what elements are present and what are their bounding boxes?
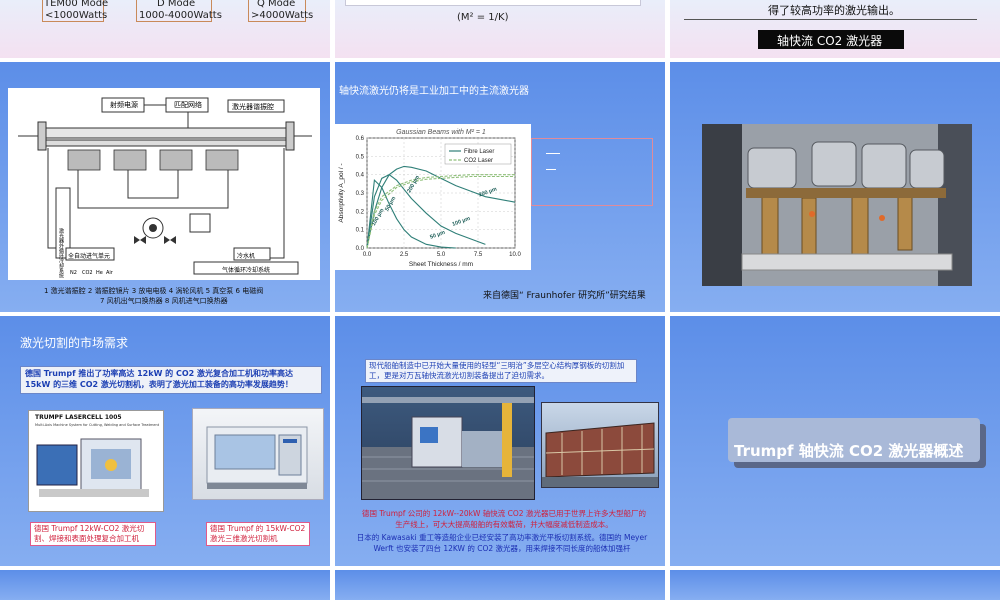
label-gas-he: He (96, 270, 103, 276)
formula-frame (345, 0, 641, 6)
chart-legend-entry: CO2 Laser (464, 158, 493, 164)
chart-x-axis-label: Sheet Thickness / mm (409, 261, 473, 268)
label-gas-n2: N2 (70, 270, 77, 276)
thumbnail-frame (531, 138, 653, 206)
absorptivity-chart: 0.0 2.5 5.0 7.5 10.0 0.0 0.1 0.2 0.3 0.4 0.5 0.6 200… (338, 129, 521, 268)
chart-slide-heading: 轴快流激光仍将是工业加工中的主流激光器 (339, 86, 529, 97)
chart-y-tick-label: 0.2 (356, 209, 365, 215)
laser-cutter-image (192, 408, 324, 500)
brochure-title: TRUMPF LASERCELL 1005 (35, 414, 122, 421)
chart-panel: 0.0 2.5 5.0 7.5 10.0 0.0 0.1 0.2 0.3 0.4 0.5 0.6 200… (335, 124, 531, 270)
slide-trumpf-title[interactable]: Trumpf 轴快流 CO2 激光器概述 (670, 316, 1000, 566)
brochure-subtitle: Multi-Axis Machine System for Cutting, W… (35, 423, 160, 427)
mode-name-d: D Mode (157, 0, 196, 9)
chart-y-tick-label: 0.5 (356, 154, 365, 160)
label-chiller: 冷水机 (237, 253, 256, 260)
diagram-legend-2: 7 风机出气口换热器 8 风机进气口换热器 (100, 297, 228, 305)
caption-rule (684, 19, 977, 20)
slide-absorptivity-chart[interactable]: 轴快流激光仍将是工业加工中的主流激光器 0.0 2.5 5.0 7.5 10.0 0.0 0… (335, 62, 665, 312)
chart-y-axis-label: Absorptivity A_pol / - (338, 163, 345, 222)
ship-hull-photo (541, 402, 659, 488)
mode-range-tem00: <1000Watts (45, 10, 108, 21)
shipyard-photo (361, 386, 535, 500)
chart-annotation-label: 200 µm (406, 175, 421, 194)
label-gas-cooling: 气体循环冷却系统 (222, 267, 271, 274)
machine-illustration (702, 124, 972, 286)
caption-left-box: 德国 Trumpf 12kW-CO2 激光切割、焊接和表面处理复合加工机 (30, 522, 156, 546)
slide-modes[interactable]: TEM00 Mode <1000Watts D Mode 1000-4000Wa… (0, 0, 330, 58)
label-head: 激光器谐振腔 (232, 103, 274, 111)
slide-next-3[interactable] (670, 570, 1000, 600)
slide-axial-title[interactable]: 得了较高功率的激光输出。 轴快流 CO2 激光器 (670, 0, 1000, 58)
label-gas-co2: CO2 (82, 270, 93, 276)
mode-range-q: >4000Watts (251, 10, 314, 21)
chart-annotation-label: 100 µm (451, 216, 471, 228)
chart-annotation-label: 50 µm (429, 230, 446, 241)
chart-x-tick-label: 7.5 (474, 252, 483, 258)
trumpf-title-text: Trumpf 轴快流 CO2 激光器概述 (734, 442, 964, 460)
chart-x-tick-label: 2.5 (400, 252, 409, 258)
ship-red-text: 德国 Trumpf 公司的 12kW--20kW 轴快流 CO2 激光器已用于世… (362, 509, 646, 529)
chart-title: Gaussian Beams with M² = 1 (396, 129, 486, 136)
chart-x-tick-label: 0.0 (363, 252, 372, 258)
mode-name-q: Q Mode (257, 0, 296, 9)
title-box-text: 轴快流 CO2 激光器 (777, 34, 883, 48)
caption-right-text: 德国 Trumpf 的 15kW-CO2 激光三维激光切割机 (210, 524, 306, 543)
thumbnail-mark-1 (546, 153, 560, 154)
ship-intro-text: 现代船舶制造中已开始大量使用的轻型“三明治”多层空心结构厚钢板的切割加工，更是对… (369, 361, 625, 380)
mode-name-tem00: TEM00 Mode (44, 0, 109, 9)
label-match: 匹配网络 (174, 101, 202, 109)
chart-y-tick-label: 0.1 (356, 228, 365, 234)
diagram-legend-1: 1 激光谐振腔 2 谐振腔镜片 3 放电电极 4 涡轮风机 5 真空泵 6 电磁… (44, 287, 264, 295)
slide-next-2[interactable] (335, 570, 665, 600)
slide-shipbuilding[interactable]: 现代船舶制造中已开始大量使用的轻型“三明治”多层空心结构厚钢板的切割加工，更是对… (335, 316, 665, 566)
laser-machine-photo (702, 124, 972, 286)
label-side: 激光器外循环冷却系统 (58, 228, 64, 278)
label-gas-air: Air (106, 270, 113, 276)
market-highlight-box: 德国 Trumpf 推出了功率高达 12kW 的 CO2 激光复合加工机和功率高… (20, 366, 322, 394)
chart-y-tick-label: 0.3 (356, 191, 365, 197)
shipyard-illustration (362, 397, 534, 499)
chart-x-tick-label: 10.0 (509, 252, 521, 258)
chart-legend-entry: Fibre Laser (464, 149, 494, 155)
chart-source: 来自德国“ Fraunhofer 研究所”研究结果 (483, 291, 646, 301)
chart-y-tick-label: 0.6 (356, 136, 365, 142)
slide-next-1[interactable] (0, 570, 330, 600)
laser-cutter-illustration (206, 426, 308, 489)
slide-market-demand[interactable]: 激光切割的市场需求 德国 Trumpf 推出了功率高达 12kW 的 CO2 激… (0, 316, 330, 566)
brochure-image: TRUMPF LASERCELL 1005 Multi-Axis Machine… (28, 410, 164, 512)
formula-text: (M² = 1/K) (457, 12, 509, 23)
brochure-illustration (36, 438, 149, 497)
diagram-canvas (8, 88, 320, 280)
slide-formula[interactable]: (M² = 1/K) (335, 0, 665, 58)
ship-intro-box: 现代船舶制造中已开始大量使用的轻型“三明治”多层空心结构厚钢板的切割加工，更是对… (365, 359, 637, 383)
slide-laser-diagram[interactable]: 射频电源 匹配网络 激光器谐振腔 激光器外循环冷却系统 全自动进气单元 冷水机 … (0, 62, 330, 312)
market-highlight-text: 德国 Trumpf 推出了功率高达 12kW 的 CO2 激光复合加工机和功率高… (25, 369, 293, 389)
slide-machine-photo[interactable] (670, 62, 1000, 312)
label-gas-unit: 全自动进气单元 (68, 253, 111, 260)
thumbnail-mark-2 (546, 169, 556, 170)
chart-y-tick-label: 0.0 (356, 246, 365, 252)
mode-range-d: 1000-4000Watts (139, 10, 222, 21)
label-rf-power: 射频电源 (110, 101, 138, 109)
chart-y-tick-label: 0.4 (356, 173, 365, 179)
chart-x-tick-label: 5.0 (437, 252, 446, 258)
caption-left-text: 德国 Trumpf 12kW-CO2 激光切割、焊接和表面处理复合加工机 (34, 524, 145, 543)
laser-system-diagram (18, 97, 312, 275)
ship-blue-text-block: 日本的 Kawasaki 重工等造船企业已经安装了高功率激光平板切割系统。德国的… (353, 533, 651, 554)
caption-text: 得了较高功率的激光输出。 (768, 4, 900, 17)
ship-hull-illustration (542, 422, 658, 487)
caption-right-box: 德国 Trumpf 的 15kW-CO2 激光三维激光切割机 (206, 522, 310, 546)
ship-blue-text: 日本的 Kawasaki 重工等造船企业已经安装了高功率激光平板切割系统。德国的… (356, 533, 648, 553)
market-heading: 激光切割的市场需求 (20, 336, 129, 350)
ship-red-text-block: 德国 Trumpf 公司的 12kW--20kW 轴快流 CO2 激光器已用于世… (359, 509, 649, 530)
